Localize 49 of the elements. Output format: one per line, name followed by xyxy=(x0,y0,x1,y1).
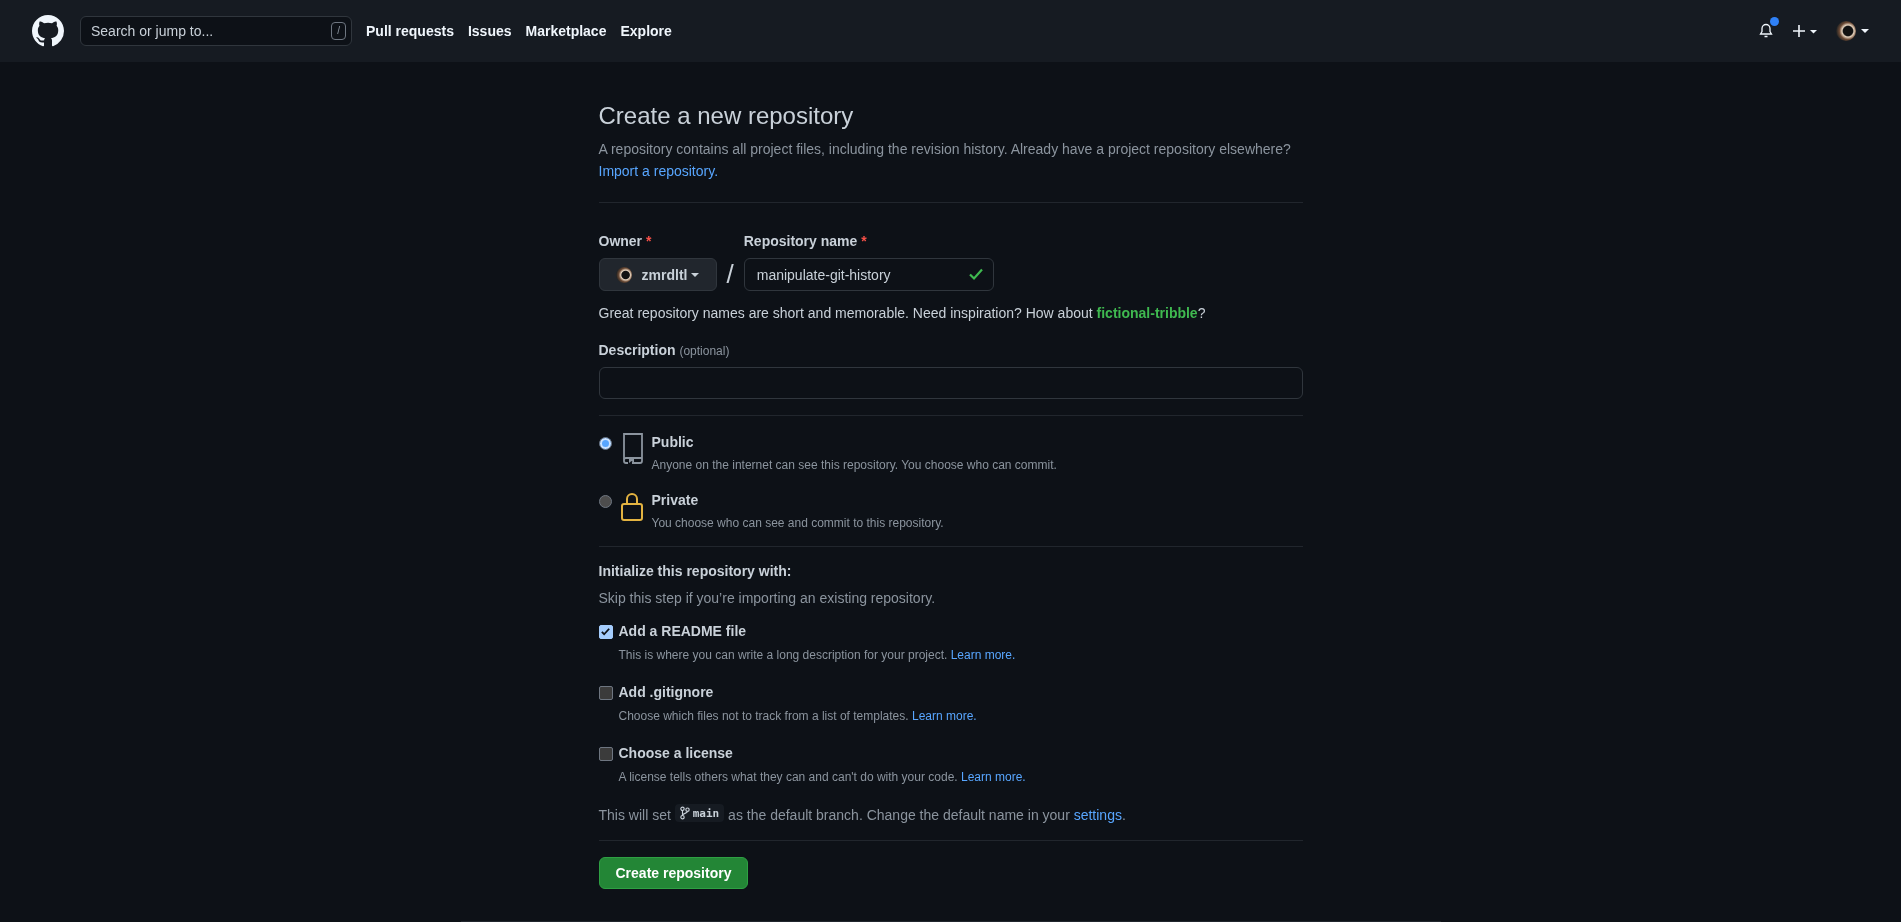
option-description: A license tells others what they can and can't do with your code. Learn more. xyxy=(617,769,1027,786)
avatar-circle[interactable] xyxy=(1836,21,1856,41)
intro-text: A repository contains all project files, including the revision history. Already have a project repository elsewhere? Import a repository. xyxy=(598,140,1292,181)
checkbox[interactable] xyxy=(598,685,613,700)
radio-button[interactable] xyxy=(598,495,612,508)
repo-name-label: Repository name * xyxy=(743,232,868,251)
checkbox[interactable] xyxy=(598,624,613,639)
caret-icon[interactable] xyxy=(1861,29,1869,33)
suggestion-link[interactable]: fictional-tribble xyxy=(1096,305,1198,321)
owner-label: Owner * xyxy=(598,232,653,251)
visibility-description: Anyone on the internet can see this repository. You choose who can commit. xyxy=(651,457,1057,474)
radio-button[interactable] xyxy=(598,437,612,450)
checkbox-label[interactable]: Add .gitignore xyxy=(618,682,714,703)
nav-link[interactable]: Marketplace xyxy=(525,20,607,42)
default-branch-text: This will set main as the default branch. Change the default name in your settings. xyxy=(598,804,1127,825)
import-link[interactable]: Import a repository. xyxy=(598,163,719,179)
bell-icon[interactable] xyxy=(1758,23,1774,39)
description-field[interactable] xyxy=(598,367,1303,399)
learn-more-link[interactable]: Learn more. xyxy=(950,648,1016,662)
checkbox[interactable] xyxy=(598,746,613,761)
create-repository-button[interactable]: Create repository xyxy=(598,857,749,889)
branch-icon xyxy=(679,806,690,820)
checkbox-label[interactable]: Choose a license xyxy=(618,743,733,764)
initialize-subtitle: Skip this step if you’re importing an existing repository. xyxy=(598,589,937,608)
nav-link[interactable]: Issues xyxy=(467,20,512,42)
nav-link[interactable]: Explore xyxy=(620,20,672,42)
lock-icon xyxy=(619,490,644,522)
checkbox-label[interactable]: Add a README file xyxy=(618,621,747,642)
caret-icon xyxy=(691,272,700,277)
page-title: Create a new repository xyxy=(598,101,855,131)
name-hint-text: Great repository names are short and memorable. Need inspiration? How about fictional-tribble? xyxy=(598,304,1207,323)
shortcut-key: / xyxy=(331,22,346,40)
visibility-title: Public xyxy=(651,433,695,452)
visibility-description: You choose who can see and commit to this repository. xyxy=(651,515,944,532)
nav-link[interactable]: Pull requests xyxy=(366,20,454,42)
option-description: Choose which files not to track from a list of templates. Learn more. xyxy=(617,708,978,725)
plus-dropdown-icon[interactable] xyxy=(1792,23,1818,39)
repo-name-field[interactable]: manipulate-git-history xyxy=(743,258,994,291)
branch-name-chip: main xyxy=(674,804,725,822)
description-label: Description (optional) xyxy=(598,341,731,360)
learn-more-link[interactable]: Learn more. xyxy=(961,770,1026,784)
slash-separator: / xyxy=(725,258,735,291)
owner-select[interactable]: zmrdltl xyxy=(598,258,717,291)
initialize-title: Initialize this repository with: xyxy=(598,562,793,581)
settings-link[interactable]: settings xyxy=(1073,807,1122,823)
visibility-title: Private xyxy=(651,491,700,510)
option-description: This is where you can write a long description for your project. Learn more. xyxy=(617,647,1017,664)
learn-more-link[interactable]: Learn more. xyxy=(911,709,977,723)
octocat-logo-icon[interactable] xyxy=(32,15,64,47)
